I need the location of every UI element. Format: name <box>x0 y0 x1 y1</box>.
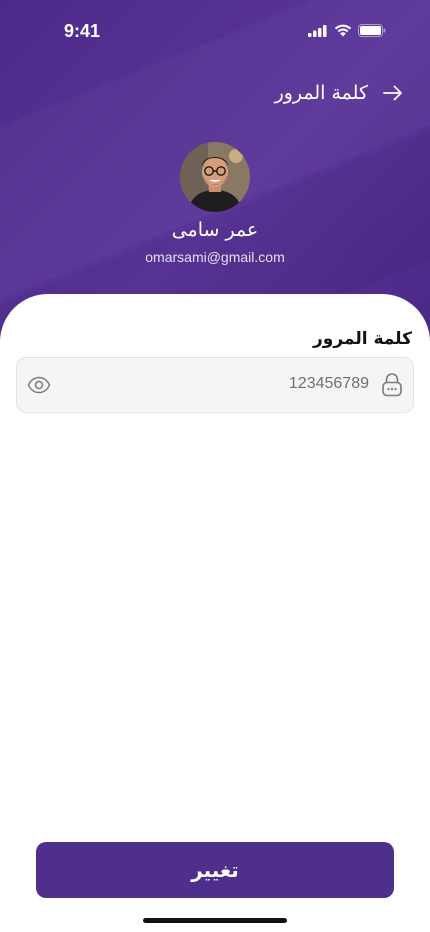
change-button[interactable]: تغيير <box>36 842 394 898</box>
profile-email: omarsami@gmail.com <box>145 249 285 265</box>
status-time: 9:41 <box>64 21 101 41</box>
page-title: كلمة المرور <box>274 82 368 104</box>
status-icons <box>308 24 386 37</box>
status-bar: 9:41 <box>0 0 430 62</box>
top-bar: كلمة المرور <box>275 78 404 108</box>
signal-icon <box>308 24 327 37</box>
avatar <box>180 142 250 212</box>
back-button[interactable] <box>382 82 404 104</box>
eye-icon[interactable] <box>27 373 51 397</box>
arrow-right-icon <box>383 85 402 101</box>
battery-icon <box>358 24 386 37</box>
profile-photo <box>180 142 250 212</box>
profile-name: عمر سامى <box>171 219 259 241</box>
password-field[interactable] <box>16 357 414 413</box>
password-label: كلمة المرور <box>313 329 412 349</box>
home-indicator <box>143 918 287 923</box>
password-input[interactable] <box>89 375 369 393</box>
wifi-icon <box>334 24 352 37</box>
lock-icon <box>381 372 403 398</box>
